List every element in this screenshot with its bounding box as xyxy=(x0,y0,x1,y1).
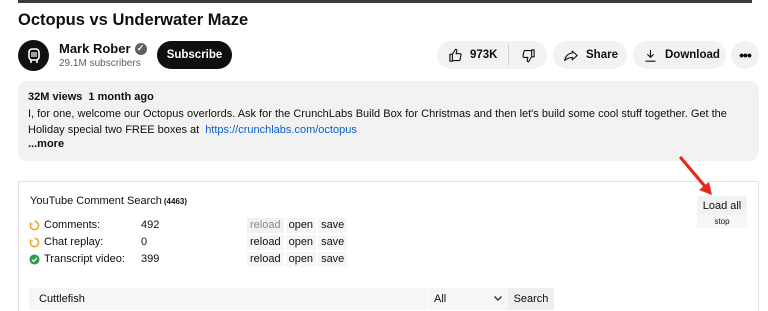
open-button[interactable]: open xyxy=(285,234,317,250)
open-button[interactable]: open xyxy=(285,217,317,233)
like-dislike-group: 973K xyxy=(437,41,547,69)
more-dots-icon: ••• xyxy=(739,47,752,63)
description-text: I, for one, welcome our Octopus overlord… xyxy=(28,106,750,138)
video-player-bottom-edge xyxy=(18,0,752,3)
stat-value: 0 xyxy=(141,236,148,248)
loading-circle-icon xyxy=(29,237,40,248)
stat-value: 399 xyxy=(141,253,160,265)
reload-button[interactable]: reload xyxy=(247,217,284,233)
share-label: Share xyxy=(586,49,618,61)
thumbs-up-icon xyxy=(449,48,462,62)
more-actions-button[interactable]: ••• xyxy=(731,41,759,69)
subscribe-button[interactable]: Subscribe xyxy=(157,41,232,69)
share-button[interactable]: Share xyxy=(553,41,627,69)
stat-row-comments: Comments: 492 reload open save xyxy=(29,217,348,233)
row-actions: reload open save xyxy=(247,234,348,250)
channel-name-text: Mark Rober xyxy=(59,41,131,56)
channel-avatar[interactable] xyxy=(18,40,49,71)
channel-logo-icon xyxy=(27,47,40,63)
reload-button[interactable]: reload xyxy=(247,234,284,250)
load-all-button[interactable]: Load all xyxy=(697,196,747,215)
description-meta: 32M views 1 month ago xyxy=(28,91,749,103)
search-button[interactable]: Search xyxy=(508,288,554,310)
row-actions: reload open save xyxy=(247,251,348,267)
share-arrow-icon xyxy=(564,50,578,61)
chevron-down-icon xyxy=(494,296,502,301)
verified-check-icon: ✓ xyxy=(134,42,147,55)
save-button[interactable]: save xyxy=(318,234,348,250)
view-count: 32M views xyxy=(28,91,83,103)
thumbs-down-icon xyxy=(521,48,535,62)
download-label: Download xyxy=(665,49,720,61)
like-button[interactable]: 973K xyxy=(437,41,508,69)
stat-label: Chat replay: xyxy=(44,236,104,248)
video-title: Octopus vs Underwater Maze xyxy=(18,11,249,29)
stat-row-transcript: Transcript video: 399 reload open save xyxy=(29,251,348,267)
channel-name[interactable]: Mark Rober ✓ xyxy=(59,41,147,56)
open-button[interactable]: open xyxy=(285,251,317,267)
search-filter-value: All xyxy=(434,293,447,305)
description-box[interactable]: 32M views 1 month ago I, for one, welcome… xyxy=(18,81,759,161)
reload-button[interactable]: reload xyxy=(247,251,284,267)
stop-button[interactable]: stop xyxy=(697,215,747,228)
description-link[interactable]: https://crunchlabs.com/octopus xyxy=(205,124,357,136)
search-filter-select[interactable]: All xyxy=(428,288,508,310)
subscriber-count: 29.1M subscribers xyxy=(59,58,141,69)
download-icon xyxy=(645,49,656,62)
like-count: 973K xyxy=(470,49,498,61)
upload-age: 1 month ago xyxy=(88,91,154,103)
loading-circle-icon xyxy=(29,220,40,231)
stat-label: Transcript video: xyxy=(44,253,125,265)
comment-search-count: (4463) xyxy=(163,197,187,206)
description-body: I, for one, welcome our Octopus overlord… xyxy=(28,108,727,136)
red-annotation-arrow-icon xyxy=(679,156,712,195)
row-actions: reload open save xyxy=(247,217,348,233)
stat-label: Comments: xyxy=(44,219,101,231)
comment-search-input[interactable] xyxy=(29,288,427,310)
stat-row-chat-replay: Chat replay: 0 reload open save xyxy=(29,234,348,250)
comment-search-title: YouTube Comment Search (4463) xyxy=(30,195,187,207)
save-button[interactable]: save xyxy=(318,217,348,233)
stat-value: 492 xyxy=(141,219,160,231)
check-circle-icon xyxy=(29,253,40,265)
description-more-link[interactable]: ...more xyxy=(28,138,749,150)
download-button[interactable]: Download xyxy=(633,41,726,69)
comment-search-title-text: YouTube Comment Search xyxy=(30,195,162,207)
save-button[interactable]: save xyxy=(318,251,348,267)
dislike-button[interactable] xyxy=(509,41,547,69)
